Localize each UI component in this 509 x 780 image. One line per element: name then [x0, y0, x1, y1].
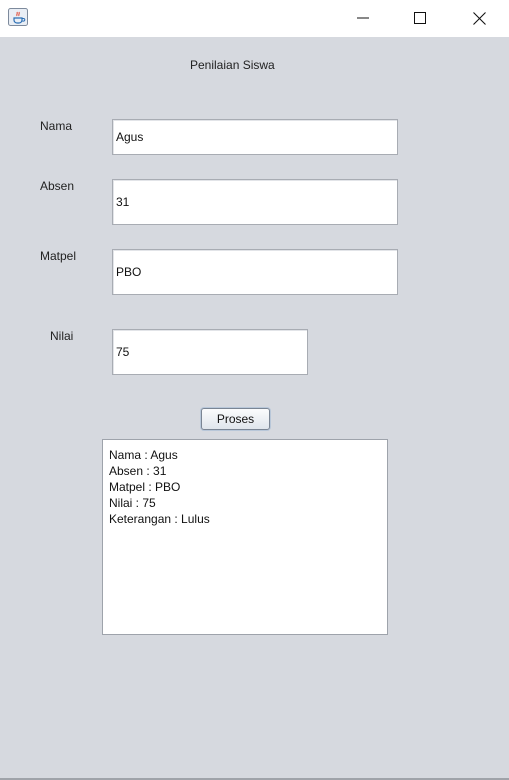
- absen-label: Absen: [40, 179, 75, 193]
- result-text-area[interactable]: Nama : Agus Absen : 31 Matpel : PBO Nila…: [102, 439, 388, 635]
- maximize-button[interactable]: [397, 0, 443, 36]
- result-line: Nama : Agus: [109, 448, 178, 462]
- absen-field[interactable]: [112, 179, 398, 225]
- nilai-field[interactable]: [112, 329, 308, 375]
- title-bar: [0, 0, 509, 37]
- minimize-icon: [357, 17, 369, 19]
- page-title: Penilaian Siswa: [190, 58, 275, 72]
- close-button[interactable]: [456, 0, 502, 36]
- matpel-field[interactable]: [112, 249, 398, 295]
- matpel-label: Matpel: [40, 249, 77, 263]
- result-line: Keterangan : Lulus: [109, 512, 210, 526]
- nama-label: Nama: [40, 119, 73, 133]
- close-icon: [472, 11, 486, 25]
- result-line: Absen : 31: [109, 464, 167, 478]
- minimize-button[interactable]: [340, 0, 386, 36]
- maximize-icon: [414, 12, 426, 24]
- java-app-icon: [8, 8, 28, 26]
- result-line: Matpel : PBO: [109, 480, 181, 494]
- form-panel: Penilaian Siswa Nama Absen Matpel Nilai …: [0, 37, 509, 780]
- proses-button[interactable]: Proses: [201, 408, 270, 430]
- result-line: Nilai : 75: [109, 496, 156, 510]
- nilai-label: Nilai: [50, 329, 74, 343]
- nama-field[interactable]: [112, 119, 398, 155]
